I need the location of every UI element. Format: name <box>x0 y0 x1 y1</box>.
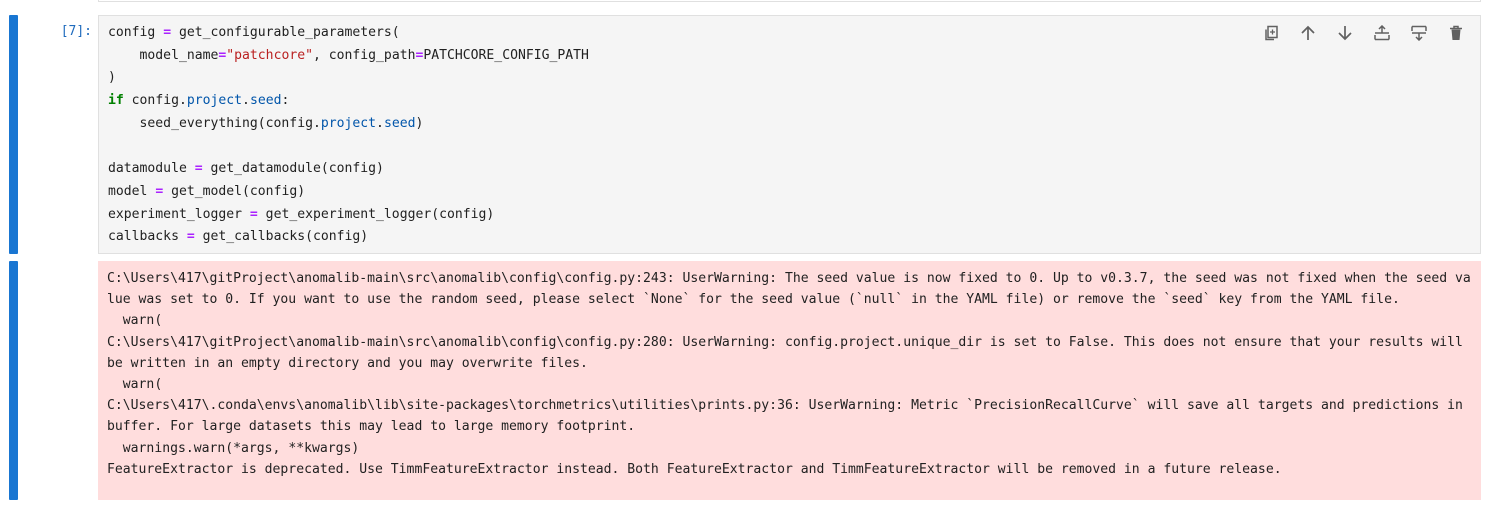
code-token: , config_path <box>312 47 416 63</box>
code-line: callbacks = get_callbacks(config) <box>108 229 368 244</box>
code-token: get_datamodule(config) <box>202 161 384 177</box>
code-token: project <box>186 93 243 109</box>
input-collapser[interactable] <box>9 15 18 254</box>
code-token: : <box>281 93 290 109</box>
code-token: get_model(config) <box>163 183 306 199</box>
duplicate-cell-button[interactable] <box>1252 22 1289 44</box>
code-token: seed <box>383 115 416 131</box>
code-token: seed_everything(config. <box>108 115 321 131</box>
code-token: datamodule <box>108 161 195 177</box>
code-token: config. <box>123 93 187 109</box>
insert-below-icon <box>1410 25 1427 41</box>
code-line: ) <box>108 70 116 85</box>
arrow-up-icon <box>1300 25 1315 40</box>
code-token: . <box>242 93 250 109</box>
code-content[interactable]: config = get_configurable_parameters( mo… <box>108 22 589 249</box>
code-editor[interactable]: config = get_configurable_parameters( mo… <box>98 15 1481 254</box>
code-line: model = get_model(config) <box>108 184 305 199</box>
code-token: get_callbacks(config) <box>194 229 369 245</box>
code-token: PATCHCORE_CONFIG_PATH <box>423 47 589 63</box>
duplicate-icon <box>1264 25 1278 41</box>
code-token: model_name <box>108 47 219 63</box>
stderr-text: C:\Users\417\gitProject\anomalib-main\sr… <box>107 271 1471 477</box>
cell-toolbar <box>1252 22 1474 44</box>
code-token: experiment_logger <box>108 206 250 222</box>
code-line: seed_everything(config.project.seed) <box>108 115 424 131</box>
code-line: if config.project.seed: <box>108 93 289 108</box>
code-token: model <box>108 183 156 199</box>
insert-above-icon <box>1373 25 1390 41</box>
code-line: config = get_configurable_parameters( <box>108 25 400 40</box>
insert-above-button[interactable] <box>1363 22 1400 44</box>
code-line: model_name="patchcore", config_path=PATC… <box>108 48 589 63</box>
delete-cell-button[interactable] <box>1437 22 1474 44</box>
insert-below-button[interactable] <box>1400 22 1437 44</box>
stderr-output: C:\Users\417\gitProject\anomalib-main\sr… <box>98 261 1481 500</box>
output-collapser[interactable] <box>9 261 18 500</box>
code-line: datamodule = get_datamodule(config) <box>108 161 384 176</box>
code-token: = <box>249 206 258 222</box>
previous-cell-edge <box>98 0 1481 2</box>
code-token: ) <box>108 70 116 86</box>
code-token: = <box>186 229 195 245</box>
code-token: get_configurable_parameters( <box>171 25 400 40</box>
code-token: config <box>108 25 164 40</box>
move-down-button[interactable] <box>1326 22 1363 44</box>
code-token: seed <box>249 93 282 109</box>
code-token: ) <box>415 115 424 131</box>
code-line: experiment_logger = get_experiment_logge… <box>108 207 494 222</box>
code-token: get_experiment_logger(config) <box>257 206 495 222</box>
code-token: . <box>376 115 384 131</box>
move-up-button[interactable] <box>1289 22 1326 44</box>
input-prompt: [7]: <box>60 24 92 39</box>
code-token: project <box>320 115 377 131</box>
arrow-down-icon <box>1337 26 1352 41</box>
code-token: = <box>194 161 203 177</box>
code-token: callbacks <box>108 229 187 245</box>
trash-icon <box>1449 25 1462 40</box>
code-token: if <box>108 93 124 109</box>
code-token: = <box>163 25 172 40</box>
code-token: "patchcore" <box>226 47 313 63</box>
